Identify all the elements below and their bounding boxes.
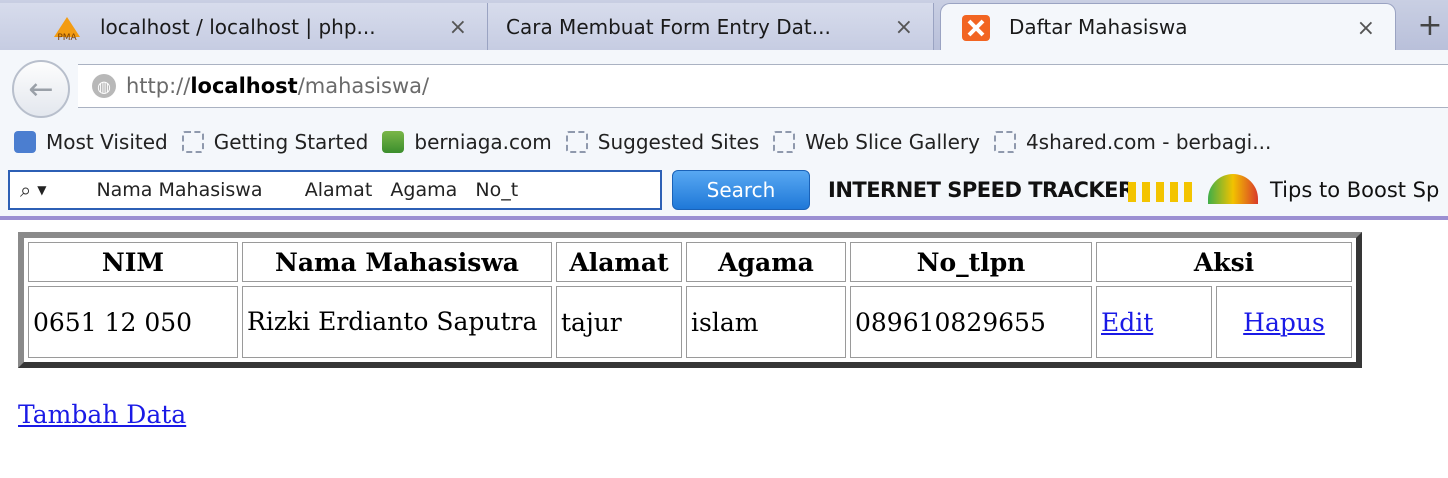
phpmyadmin-icon: PMA: [52, 15, 82, 43]
cell-nim: 0651 12 050: [28, 286, 238, 358]
new-tab-button[interactable]: +: [1410, 8, 1448, 46]
cell-agama: islam: [686, 286, 846, 358]
tips-link[interactable]: Tips to Boost Sp: [1270, 178, 1439, 202]
speed-dots-icon: [1128, 182, 1198, 202]
berniaga-icon: [382, 131, 405, 153]
header-alamat: Alamat: [556, 242, 682, 282]
tab-cara-membuat[interactable]: Cara Membuat Form Entry Dat... ×: [488, 3, 934, 50]
speed-tracker-label[interactable]: INTERNET SPEED TRACKER: [828, 178, 1134, 202]
hapus-link[interactable]: Hapus: [1243, 308, 1325, 337]
edit-link[interactable]: Edit: [1101, 308, 1153, 337]
table-header-row: NIM Nama Mahasiswa Alamat Agama No_tlpn …: [28, 242, 1352, 282]
speedometer-icon: [1208, 174, 1258, 204]
xampp-icon: [961, 14, 991, 41]
page-icon: [565, 131, 588, 153]
tab-title: localhost / localhost | php...: [100, 14, 376, 39]
cell-no-tlpn: 089610829655: [850, 286, 1092, 358]
table-row: 0651 12 050 Rizki Erdianto Saputra tajur…: [28, 286, 1352, 358]
header-aksi: Aksi: [1096, 242, 1352, 282]
bookmark-web-slice-gallery[interactable]: Web Slice Gallery: [773, 130, 980, 154]
mahasiswa-table: NIM Nama Mahasiswa Alamat Agama No_tlpn …: [18, 232, 1362, 368]
bookmark-getting-started[interactable]: Getting Started: [181, 130, 368, 154]
header-agama: Agama: [686, 242, 846, 282]
tab-title: Daftar Mahasiswa: [1009, 15, 1188, 39]
page-icon: [773, 131, 796, 153]
header-nama: Nama Mahasiswa: [242, 242, 552, 282]
cell-alamat: tajur: [556, 286, 682, 358]
search-icon: ⌕: [20, 178, 32, 202]
most-visited-icon: [14, 131, 36, 153]
bookmarks-bar: Most Visited Getting Started berniaga.co…: [0, 120, 1448, 164]
tambah-data-link[interactable]: Tambah Data: [18, 400, 186, 429]
close-tab-icon[interactable]: ×: [895, 15, 913, 40]
chevron-down-icon[interactable]: ▼: [37, 183, 46, 197]
navigation-bar: ◍ http://localhost/mahasiswa/ ←: [0, 50, 1448, 120]
header-nim: NIM: [28, 242, 238, 282]
search-toolbar: ⌕ ▼ Nama Mahasiswa Alamat Agama No_t Sea…: [0, 164, 1448, 220]
search-button[interactable]: Search: [672, 170, 810, 210]
cell-edit: Edit: [1096, 286, 1212, 358]
close-tab-icon[interactable]: ×: [449, 15, 467, 40]
bookmark-berniaga[interactable]: berniaga.com: [382, 130, 552, 154]
tab-strip: PMA localhost / localhost | php... × Car…: [0, 0, 1448, 50]
tab-phpmyadmin[interactable]: PMA localhost / localhost | php... ×: [0, 3, 488, 50]
page-content: NIM Nama Mahasiswa Alamat Agama No_tlpn …: [0, 220, 1448, 478]
toolbar-search-input[interactable]: ⌕ ▼ Nama Mahasiswa Alamat Agama No_t: [8, 170, 662, 210]
bookmark-4shared[interactable]: 4shared.com - berbagi...: [993, 130, 1271, 154]
bookmark-suggested-sites[interactable]: Suggested Sites: [565, 130, 759, 154]
cell-nama: Rizki Erdianto Saputra: [242, 286, 552, 358]
tab-daftar-mahasiswa[interactable]: Daftar Mahasiswa ×: [940, 3, 1396, 50]
pma-logo-text: PMA: [57, 33, 77, 41]
back-button[interactable]: ←: [12, 60, 70, 118]
page-icon: [993, 131, 1016, 153]
url-text: http://localhost/mahasiswa/: [126, 74, 430, 98]
tab-title: Cara Membuat Form Entry Dat...: [506, 14, 831, 39]
page-icon: [181, 131, 204, 153]
close-tab-icon[interactable]: ×: [1357, 16, 1375, 41]
address-bar[interactable]: ◍ http://localhost/mahasiswa/: [78, 64, 1448, 108]
bookmark-most-visited[interactable]: Most Visited: [14, 130, 168, 154]
cell-hapus: Hapus: [1216, 286, 1352, 358]
globe-icon: ◍: [92, 74, 116, 98]
header-no-tlpn: No_tlpn: [850, 242, 1092, 282]
back-arrow-icon: ←: [28, 71, 54, 107]
search-value: Nama Mahasiswa Alamat Agama No_t: [96, 179, 519, 201]
